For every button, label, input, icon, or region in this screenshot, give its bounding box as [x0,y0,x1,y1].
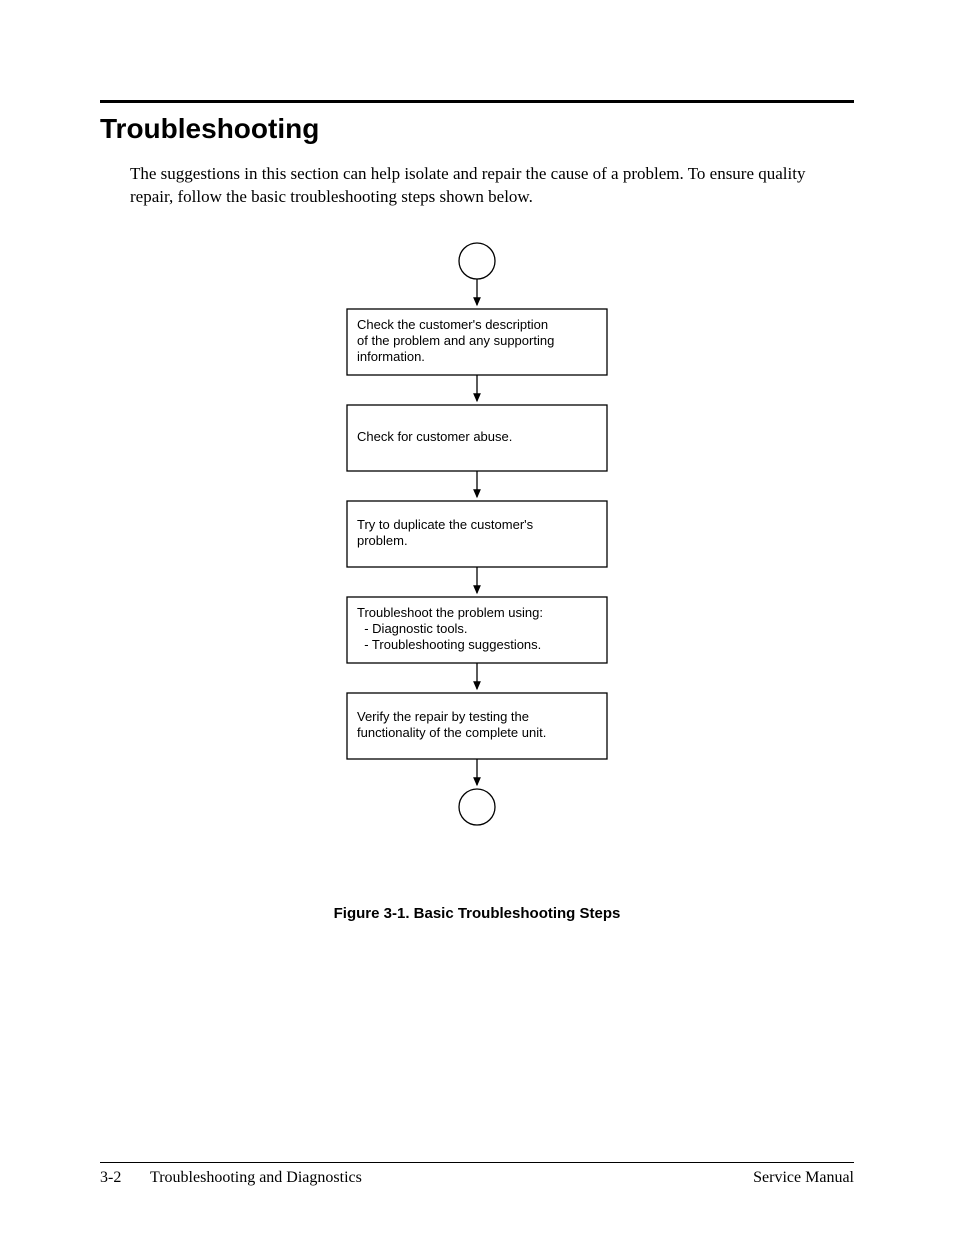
intro-paragraph: The suggestions in this section can help… [130,163,844,209]
top-rule [100,100,854,103]
step4-line2: - Diagnostic tools. [357,621,468,636]
footer-manual: Service Manual [753,1169,854,1187]
page-footer: 3-2 Troubleshooting and Diagnostics Serv… [100,1162,854,1187]
step4-line1: Troubleshoot the problem using: [357,605,543,620]
step2-line1: Check for customer abuse. [357,429,512,444]
step1-line1: Check the customer's description [357,317,548,332]
footer-page-number: 3-2 [100,1169,150,1187]
step1-line2: of the problem and any supporting [357,333,554,348]
step3-line1: Try to duplicate the customer's [357,517,534,532]
figure-caption: Figure 3-1. Basic Troubleshooting Steps [100,905,854,922]
footer-chapter: Troubleshooting and Diagnostics [150,1169,753,1187]
flowchart: Check the customer's description of the … [327,239,627,889]
step1-line3: information. [357,349,425,364]
flowchart-container: Check the customer's description of the … [100,239,854,889]
step5-line1: Verify the repair by testing the [357,709,529,724]
end-node [459,789,495,825]
step4-line3: - Troubleshooting suggestions. [357,637,541,652]
section-heading: Troubleshooting [100,113,854,145]
step5-line2: functionality of the complete unit. [357,725,546,740]
start-node [459,243,495,279]
step3-line2: problem. [357,533,408,548]
footer-rule [100,1162,854,1163]
page: Troubleshooting The suggestions in this … [0,0,954,1235]
